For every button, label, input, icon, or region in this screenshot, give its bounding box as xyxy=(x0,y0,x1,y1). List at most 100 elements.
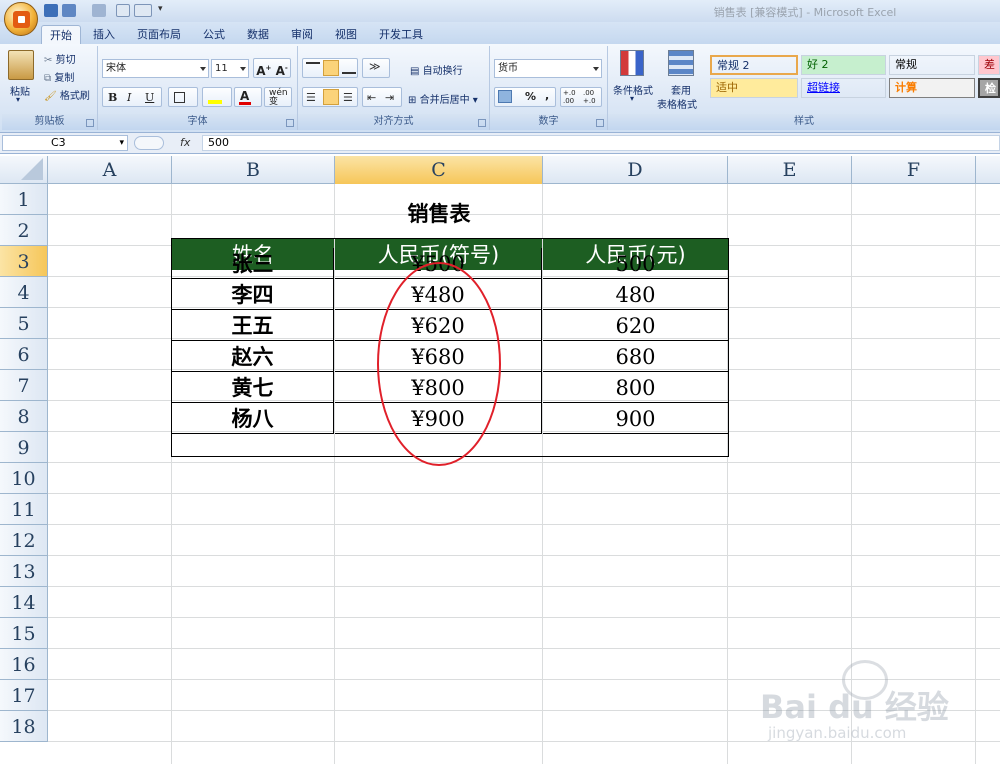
table-cell[interactable]: 赵六 xyxy=(172,341,334,372)
decrease-indent-icon[interactable]: ⇤ xyxy=(367,91,376,104)
tab-home[interactable]: 开始 xyxy=(41,25,81,44)
name-box[interactable]: C3 ▾ xyxy=(2,135,128,151)
row-header[interactable]: 15 xyxy=(0,618,48,649)
row-header[interactable]: 10 xyxy=(0,463,48,494)
merge-center-button[interactable]: ⊞ 合并后居中 ▾ xyxy=(408,91,478,106)
row-header[interactable]: 1 xyxy=(0,184,48,215)
column-header-c[interactable]: C xyxy=(335,156,543,184)
column-header-e[interactable]: E xyxy=(728,156,852,184)
format-as-table-label-2[interactable]: 表格格式 xyxy=(657,96,697,111)
insert-function-button[interactable]: fx xyxy=(180,136,190,149)
formula-bar-grip[interactable] xyxy=(134,136,164,150)
wrap-text-button[interactable]: ▤ 自动换行 xyxy=(410,62,463,77)
row-header[interactable]: 6 xyxy=(0,339,48,370)
table-cell[interactable]: 800 xyxy=(543,372,728,403)
align-center-icon[interactable] xyxy=(323,89,339,105)
percent-button[interactable]: % xyxy=(525,90,536,103)
accounting-icon[interactable] xyxy=(498,90,512,103)
column-header-f[interactable]: F xyxy=(852,156,976,184)
style-good-2[interactable]: 好 2 xyxy=(801,55,886,75)
sheet-title[interactable]: 销售表 xyxy=(335,198,543,229)
row-header[interactable]: 18 xyxy=(0,711,48,742)
format-as-table-icon[interactable] xyxy=(668,50,694,76)
paste-icon[interactable] xyxy=(8,50,34,80)
copy-button[interactable]: ⧉ 复制 xyxy=(44,69,74,84)
select-all-button[interactable] xyxy=(0,156,48,184)
fill-color-button[interactable] xyxy=(202,87,232,107)
tab-page-layout[interactable]: 页面布局 xyxy=(132,25,186,44)
style-hyperlink[interactable]: 超链接 xyxy=(801,78,886,98)
italic-button[interactable]: I xyxy=(127,91,131,104)
row-header[interactable]: 4 xyxy=(0,277,48,308)
table-cell[interactable]: 620 xyxy=(543,310,728,341)
alignment-launcher-icon[interactable] xyxy=(478,119,486,127)
orientation-button[interactable]: ≫ xyxy=(362,58,390,78)
decrease-decimal-button[interactable]: .00 +.0 xyxy=(583,89,596,105)
increase-decimal-button[interactable]: +.0 .00 xyxy=(563,89,576,105)
row-header[interactable]: 3 xyxy=(0,246,48,277)
comma-button[interactable]: , xyxy=(545,89,549,102)
row-header[interactable]: 7 xyxy=(0,370,48,401)
tab-review[interactable]: 审阅 xyxy=(284,25,320,44)
tab-view[interactable]: 视图 xyxy=(328,25,364,44)
row-header[interactable]: 8 xyxy=(0,401,48,432)
tab-data[interactable]: 数据 xyxy=(240,25,276,44)
row-header[interactable]: 17 xyxy=(0,680,48,711)
table-cell[interactable]: 张三 xyxy=(172,248,334,279)
chevron-down-icon[interactable]: ▾ xyxy=(630,94,634,103)
column-header-b[interactable]: B xyxy=(172,156,335,184)
bold-button[interactable]: B xyxy=(108,91,117,104)
align-middle-icon[interactable] xyxy=(323,60,339,76)
row-header[interactable]: 11 xyxy=(0,494,48,525)
align-bottom-icon[interactable] xyxy=(342,62,356,74)
font-name-select[interactable]: 宋体 xyxy=(102,59,209,78)
number-launcher-icon[interactable] xyxy=(596,119,604,127)
style-calculation[interactable]: 计算 xyxy=(889,78,975,98)
style-neutral[interactable]: 适中 xyxy=(710,78,798,98)
row-header[interactable]: 13 xyxy=(0,556,48,587)
style-normal-2[interactable]: 常规 2 xyxy=(710,55,798,75)
number-format-select[interactable]: 货币 xyxy=(494,59,602,78)
cut-button[interactable]: ✂ 剪切 xyxy=(44,51,76,66)
font-launcher-icon[interactable] xyxy=(286,119,294,127)
row-header[interactable]: 2 xyxy=(0,215,48,246)
table-cell[interactable]: 680 xyxy=(543,341,728,372)
row-header[interactable]: 5 xyxy=(0,308,48,339)
increase-indent-icon[interactable]: ⇥ xyxy=(385,91,394,104)
font-color-button[interactable]: A xyxy=(234,87,262,107)
table-cell[interactable]: 900 xyxy=(543,403,728,434)
paste-dropdown-icon[interactable]: ▾ xyxy=(16,95,20,104)
clipboard-launcher-icon[interactable] xyxy=(86,119,94,127)
tab-insert[interactable]: 插入 xyxy=(86,25,122,44)
table-cell[interactable]: 黄七 xyxy=(172,372,334,403)
column-header-a[interactable]: A xyxy=(48,156,172,184)
align-right-icon[interactable]: ☰ xyxy=(343,91,353,104)
table-cell[interactable]: 480 xyxy=(543,279,728,310)
align-top-icon[interactable] xyxy=(306,62,320,74)
column-header-g[interactable] xyxy=(976,156,1000,184)
row-header[interactable]: 14 xyxy=(0,587,48,618)
row-header[interactable]: 16 xyxy=(0,649,48,680)
table-cell[interactable]: 杨八 xyxy=(172,403,334,434)
format-as-table-label-1[interactable]: 套用 xyxy=(671,82,691,97)
style-normal[interactable]: 常规 xyxy=(889,55,975,75)
style-check[interactable]: 检查 xyxy=(978,78,1000,98)
style-bad[interactable]: 差 xyxy=(978,55,1000,75)
table-cell[interactable]: 王五 xyxy=(172,310,334,341)
table-cell[interactable]: 李四 xyxy=(172,279,334,310)
row-header[interactable]: 9 xyxy=(0,432,48,463)
align-left-icon[interactable]: ☰ xyxy=(306,91,316,104)
column-header-d[interactable]: D xyxy=(543,156,728,184)
conditional-formatting-icon[interactable] xyxy=(620,50,644,76)
tab-developer[interactable]: 开发工具 xyxy=(374,25,428,44)
phonetic-button[interactable]: wén 变 xyxy=(264,87,292,107)
formula-input[interactable]: 500 xyxy=(202,135,1000,151)
underline-button[interactable]: U xyxy=(145,91,154,104)
office-button[interactable] xyxy=(4,2,38,36)
borders-button[interactable] xyxy=(168,87,198,107)
grow-shrink-font-button[interactable]: A+ A- xyxy=(253,58,291,78)
tab-formulas[interactable]: 公式 xyxy=(196,25,232,44)
table-cell[interactable]: 500 xyxy=(543,248,728,279)
format-painter-button[interactable]: 🖌 格式刷 xyxy=(44,87,90,102)
row-header[interactable]: 12 xyxy=(0,525,48,556)
